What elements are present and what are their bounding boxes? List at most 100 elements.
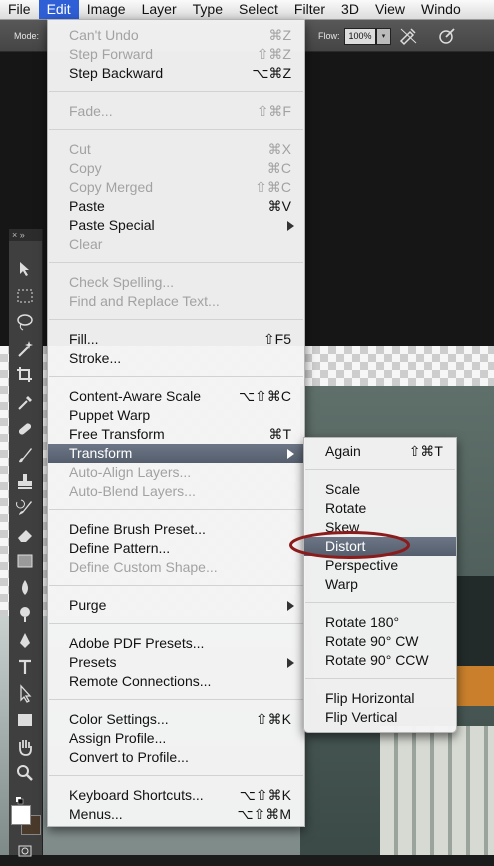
edit-menu-item-menus[interactable]: Menus... ⌥⇧⌘M xyxy=(48,805,304,824)
tablet-pressure-icon[interactable] xyxy=(437,26,457,46)
menu-item-shortcut: ⇧⌘T xyxy=(408,443,443,459)
menu-item-shortcut: ⌥⇧⌘M xyxy=(237,806,291,822)
building-orange-area xyxy=(455,666,494,706)
eraser-icon[interactable] xyxy=(14,525,36,545)
edit-menu-item-remote-connections[interactable]: Remote Connections... xyxy=(48,672,304,691)
transform-menu-item-rotate-90-cw[interactable]: Rotate 90° CW xyxy=(304,632,456,651)
flow-dropdown-button[interactable]: ▾ xyxy=(376,28,391,45)
edit-menu-item-puppet-warp[interactable]: Puppet Warp xyxy=(48,406,304,425)
transform-menu-item-warp[interactable]: Warp xyxy=(304,575,456,594)
menu-item-label: Auto-Blend Layers... xyxy=(69,483,196,499)
transform-menu-item-flip-vertical[interactable]: Flip Vertical xyxy=(304,708,456,727)
edit-menu-item-assign-profile[interactable]: Assign Profile... xyxy=(48,729,304,748)
transform-menu-item-rotate-90-ccw[interactable]: Rotate 90° CCW xyxy=(304,651,456,670)
magic-wand-icon[interactable] xyxy=(14,339,36,359)
edit-menu-item-convert-to-profile[interactable]: Convert to Profile... xyxy=(48,748,304,767)
menubar-item-file[interactable]: File xyxy=(0,0,39,19)
flow-value-field[interactable]: 100% xyxy=(344,28,376,45)
edit-menu-item-clear: Clear xyxy=(48,235,304,254)
menu-item-shortcut: ⇧F5 xyxy=(262,331,291,347)
edit-menu-item-paste-special[interactable]: Paste Special xyxy=(48,216,304,235)
edit-menu-item-free-transform[interactable]: Free Transform ⌘T xyxy=(48,425,304,444)
menu-item-shortcut: ⇧⌘C xyxy=(255,179,291,195)
edit-menu-item-transform[interactable]: Transform xyxy=(48,444,304,463)
edit-menu-item-step-forward: Step Forward ⇧⌘Z xyxy=(48,45,304,64)
edit-menu-item-purge[interactable]: Purge xyxy=(48,596,304,615)
menubar-item-edit[interactable]: Edit xyxy=(38,0,79,19)
quick-mask-icon[interactable] xyxy=(14,841,36,857)
menu-item-label: Check Spelling... xyxy=(69,274,175,290)
submenu-arrow-icon xyxy=(287,658,294,668)
transform-menu-item-rotate-180[interactable]: Rotate 180° xyxy=(304,613,456,632)
menu-separator xyxy=(305,469,455,470)
edit-menu-item-adobe-pdf-presets[interactable]: Adobe PDF Presets... xyxy=(48,634,304,653)
default-colors-icon[interactable] xyxy=(14,791,36,805)
menu-separator xyxy=(49,699,303,700)
edit-menu-item-presets[interactable]: Presets xyxy=(48,653,304,672)
distort-annotation-ellipse xyxy=(289,531,410,559)
edit-menu-item-find-and-replace-text: Find and Replace Text... xyxy=(48,292,304,311)
edit-menu-item-define-pattern[interactable]: Define Pattern... xyxy=(48,539,304,558)
menu-item-label: Convert to Profile... xyxy=(69,749,189,765)
rectangle-tool-icon[interactable] xyxy=(14,710,36,730)
transform-menu-item-again[interactable]: Again ⇧⌘T xyxy=(304,442,456,461)
edit-menu-item-stroke[interactable]: Stroke... xyxy=(48,349,304,368)
crop-tool-icon[interactable] xyxy=(14,365,36,385)
healing-brush-icon[interactable] xyxy=(14,419,36,439)
menu-item-label: Free Transform xyxy=(69,426,165,442)
menubar-item-windo[interactable]: Windo xyxy=(413,0,469,19)
menubar-item-filter[interactable]: Filter xyxy=(286,0,333,19)
menu-item-shortcut: ⌘X xyxy=(267,141,291,157)
history-brush-icon[interactable] xyxy=(14,498,36,518)
menu-item-label: Rotate 180° xyxy=(325,614,400,630)
blur-tool-icon[interactable] xyxy=(14,578,36,598)
hand-tool-icon[interactable] xyxy=(14,737,36,757)
transform-menu-item-rotate[interactable]: Rotate xyxy=(304,499,456,518)
brush-tool-icon[interactable] xyxy=(14,445,36,465)
type-tool-icon[interactable] xyxy=(14,657,36,677)
transform-menu-item-flip-horizontal[interactable]: Flip Horizontal xyxy=(304,689,456,708)
menu-item-shortcut: ⇧⌘Z xyxy=(256,46,291,62)
menu-item-shortcut: ⌥⇧⌘C xyxy=(239,388,291,404)
move-tool-icon[interactable] xyxy=(14,259,36,279)
edit-menu-item-paste[interactable]: Paste ⌘V xyxy=(48,197,304,216)
menubar-item-select[interactable]: Select xyxy=(231,0,286,19)
menu-separator xyxy=(49,91,303,92)
menubar-item-view[interactable]: View xyxy=(367,0,413,19)
edit-menu-item-keyboard-shortcuts[interactable]: Keyboard Shortcuts... ⌥⇧⌘K xyxy=(48,786,304,805)
clone-stamp-icon[interactable] xyxy=(14,472,36,492)
airbrush-icon[interactable] xyxy=(398,26,418,46)
menubar-item-layer[interactable]: Layer xyxy=(134,0,185,19)
edit-menu-item-step-backward[interactable]: Step Backward ⌥⌘Z xyxy=(48,64,304,83)
menu-item-label: Purge xyxy=(69,597,107,613)
menubar-item-3d[interactable]: 3D xyxy=(333,0,367,19)
dodge-tool-icon[interactable] xyxy=(14,604,36,624)
edit-menu-item-can-t-undo: Can't Undo ⌘Z xyxy=(48,26,304,45)
menubar-item-image[interactable]: Image xyxy=(79,0,134,19)
menu-separator xyxy=(49,129,303,130)
pen-tool-icon[interactable] xyxy=(14,631,36,651)
marquee-tool-icon[interactable] xyxy=(14,286,36,306)
transform-menu-item-scale[interactable]: Scale xyxy=(304,480,456,499)
submenu-arrow-icon xyxy=(287,601,294,611)
menubar-item-type[interactable]: Type xyxy=(185,0,231,19)
lasso-tool-icon[interactable] xyxy=(14,312,36,332)
edit-menu-item-fill[interactable]: Fill... ⇧F5 xyxy=(48,330,304,349)
foreground-color-swatch[interactable] xyxy=(11,805,31,825)
menu-item-label: Rotate xyxy=(325,500,367,516)
tools-panel-header[interactable]: × » xyxy=(9,229,42,241)
menu-item-label: Define Custom Shape... xyxy=(69,559,218,575)
eyedropper-icon[interactable] xyxy=(14,392,36,412)
menu-item-label: Cut xyxy=(69,141,91,157)
edit-menu-item-color-settings[interactable]: Color Settings... ⇧⌘K xyxy=(48,710,304,729)
flow-label: Flow: xyxy=(318,31,340,41)
gradient-tool-icon[interactable] xyxy=(14,551,36,571)
menu-item-label: Copy Merged xyxy=(69,179,154,195)
edit-menu-item-content-aware-scale[interactable]: Content-Aware Scale ⌥⇧⌘C xyxy=(48,387,304,406)
path-selection-icon[interactable] xyxy=(14,684,36,704)
menu-item-label: Paste Special xyxy=(69,217,155,233)
zoom-tool-icon[interactable] xyxy=(14,763,36,783)
menu-item-label: Puppet Warp xyxy=(69,407,151,423)
menu-item-shortcut: ⌘T xyxy=(268,426,291,442)
edit-menu-item-define-brush-preset[interactable]: Define Brush Preset... xyxy=(48,520,304,539)
